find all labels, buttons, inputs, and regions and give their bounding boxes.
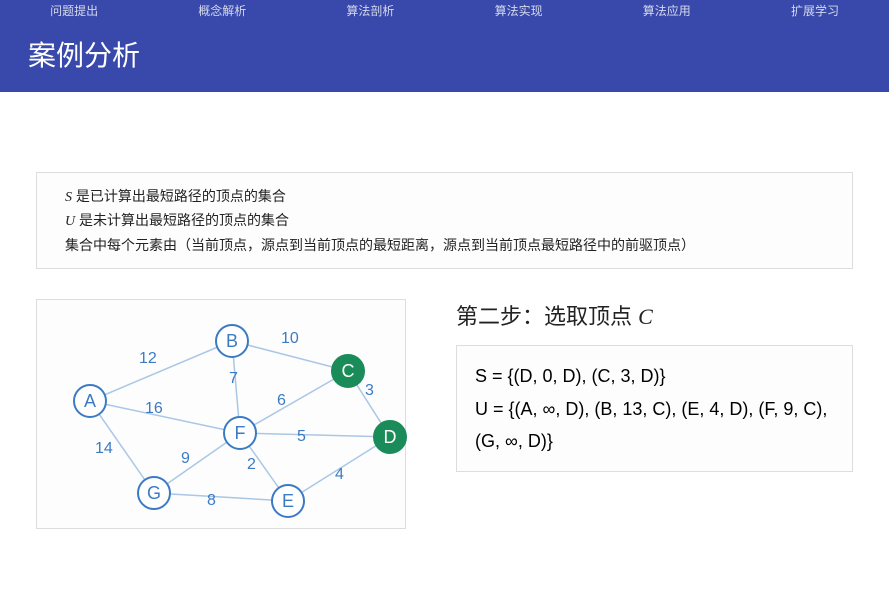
step-title: 第二步：选取顶点 C [456, 299, 853, 331]
edge-weight-B-F: 7 [229, 370, 238, 388]
node-E: E [271, 484, 305, 518]
edge-weight-B-C: 10 [281, 330, 299, 348]
set-s-text: S = {(D, 0, D), (C, 3, D)} [475, 360, 834, 392]
nav-item-1[interactable]: 概念解析 [148, 2, 296, 20]
definition-line-3: 集合中每个元素由（当前顶点，源点到当前顶点的最短距离，源点到当前顶点最短路径中的… [65, 234, 824, 256]
set-u-text: U = {(A, ∞, D), (B, 13, C), (E, 4, D), (… [475, 393, 834, 458]
content-area: S 是已计算出最短路径的顶点的集合 U 是未计算出最短路径的顶点的集合 集合中每… [0, 92, 889, 529]
edge-weight-F-D: 5 [297, 428, 306, 446]
edge-weight-C-D: 3 [365, 382, 374, 400]
page-title: 案例分析 [0, 20, 889, 92]
step-panel: 第二步：选取顶点 C S = {(D, 0, D), (C, 3, D)} U … [456, 299, 853, 529]
definition-line-2: U 是未计算出最短路径的顶点的集合 [65, 209, 824, 233]
edge-weight-F-E: 2 [247, 456, 256, 474]
nav-item-2[interactable]: 算法剖析 [296, 2, 444, 20]
nav-item-0[interactable]: 问题提出 [0, 2, 148, 20]
definition-line-1: S 是已计算出最短路径的顶点的集合 [65, 185, 824, 209]
node-G: G [137, 476, 171, 510]
graph-panel: 12 16 14 10 7 6 3 4 2 9 5 8 A B CD EF G [36, 299, 406, 529]
edge-weight-D-E: 4 [335, 466, 344, 484]
edge-weight-F-G: 9 [181, 450, 190, 468]
node-B: B [215, 324, 249, 358]
node-D: D [373, 420, 407, 454]
node-F: F [223, 416, 257, 450]
edge-weight-A-G: 14 [95, 440, 113, 458]
edge-weight-C-F: 6 [277, 392, 286, 410]
set-symbol-u: U [65, 214, 75, 229]
step-selected-vertex: C [638, 304, 653, 329]
nav-item-3[interactable]: 算法实现 [445, 2, 593, 20]
node-C: C [331, 354, 365, 388]
nav-item-5[interactable]: 扩展学习 [741, 2, 889, 20]
node-A: A [73, 384, 107, 418]
nav-item-4[interactable]: 算法应用 [593, 2, 741, 20]
edge-weight-G-E: 8 [207, 492, 216, 510]
edge-weight-A-F: 16 [145, 400, 163, 418]
top-nav: 问题提出 概念解析 算法剖析 算法实现 算法应用 扩展学习 [0, 0, 889, 20]
sets-box: S = {(D, 0, D), (C, 3, D)} U = {(A, ∞, D… [456, 345, 853, 472]
edge-weight-A-B: 12 [139, 350, 157, 368]
definition-box: S 是已计算出最短路径的顶点的集合 U 是未计算出最短路径的顶点的集合 集合中每… [36, 172, 853, 269]
set-symbol-s: S [65, 190, 72, 205]
